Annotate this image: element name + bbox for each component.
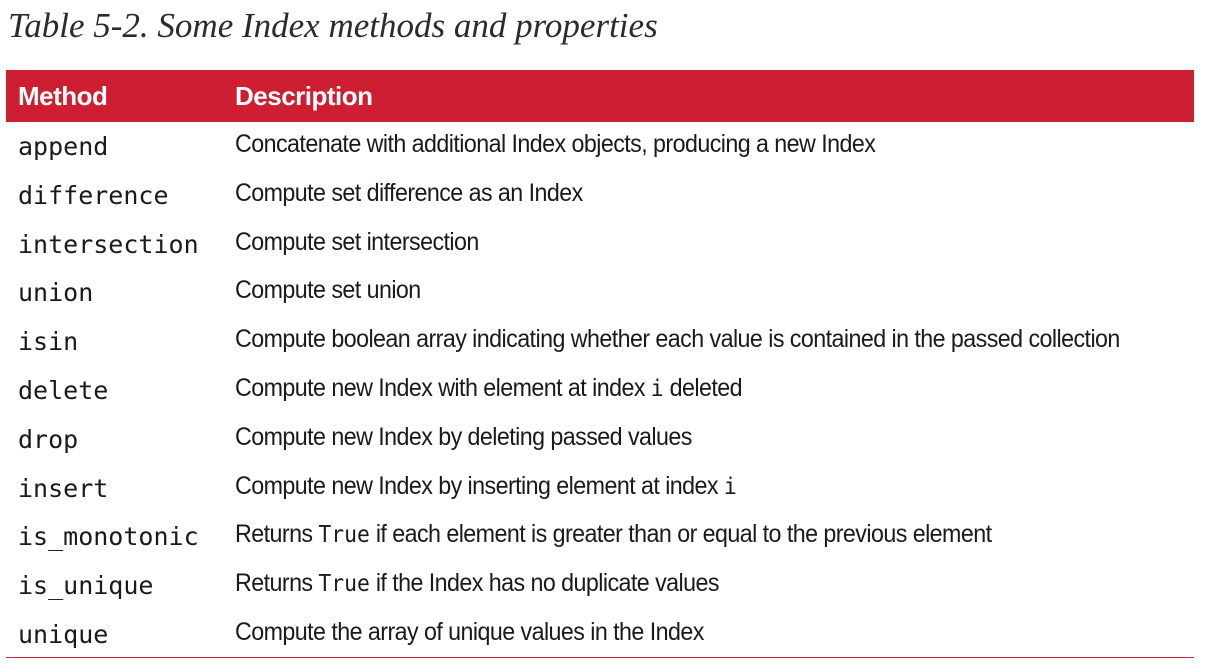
table-row: difference Compute set difference as an I… [6, 171, 1194, 220]
table-row: insert Compute new Index by inserting ele… [6, 464, 1194, 513]
description-cell: Returns True if the Index has no duplica… [235, 569, 720, 598]
method-cell: is_unique [18, 571, 154, 601]
method-cell: is_monotonic [18, 522, 199, 552]
description-text: Compute set difference as an Index [235, 178, 583, 207]
description-text: Compute new Index by deleting passed val… [235, 422, 692, 451]
description-cell: Compute set intersection [235, 228, 479, 257]
table-caption: Table 5-2. Some Index methods and proper… [8, 6, 658, 45]
table-row: is_monotonic Returns True if each element… [6, 512, 1194, 561]
inline-code: i [723, 473, 737, 500]
description-text: if the Index has no duplicate values [369, 569, 720, 598]
description-cell: Compute set union [235, 276, 421, 305]
description-text: deleted [663, 373, 743, 402]
inline-code: i [650, 375, 664, 402]
table-row: isin Compute boolean array indicating whe… [6, 317, 1194, 366]
description-cell: Compute set difference as an Index [235, 179, 583, 208]
description-text: Returns [235, 520, 319, 549]
table-row: union Compute set union [6, 268, 1194, 317]
description-text: Compute the array of unique values in th… [235, 617, 704, 646]
table-row: unique Compute the array of unique values… [6, 610, 1194, 659]
description-text: Concatenate with additional Index object… [235, 130, 876, 158]
index-methods-table: Method Description append Concatenate wit… [6, 70, 1194, 659]
method-cell: unique [18, 619, 109, 649]
description-text: Compute boolean array indicating whether… [235, 325, 1120, 354]
description-text: Compute set intersection [235, 227, 479, 256]
method-cell: append [18, 132, 109, 161]
method-cell: difference [18, 180, 169, 210]
table-row: delete Compute new Index with element at … [6, 366, 1194, 415]
description-cell: Compute new Index by inserting element a… [235, 472, 737, 501]
description-cell: Compute new Index by deleting passed val… [235, 423, 692, 452]
method-cell: intersection [18, 229, 199, 259]
method-cell: drop [18, 424, 79, 454]
description-text: Compute set union [235, 276, 421, 305]
table-row: drop Compute new Index by deleting passed… [6, 415, 1194, 464]
table-row: append Concatenate with additional Index … [6, 122, 1194, 171]
table-bottom-rule [6, 657, 1194, 658]
method-cell: insert [18, 473, 109, 503]
description-cell: Returns True if each element is greater … [235, 520, 992, 549]
header-method: Method [18, 80, 108, 111]
table-header: Method Description [6, 70, 1194, 122]
description-cell: Compute boolean array indicating whether… [235, 325, 1120, 354]
header-description: Description [235, 80, 373, 111]
table-body: append Concatenate with additional Index … [6, 122, 1194, 659]
description-text: Compute new Index by inserting element a… [235, 471, 724, 500]
method-cell: union [18, 278, 94, 308]
description-text: if each element is greater than or equal… [369, 520, 992, 549]
method-cell: delete [18, 375, 109, 405]
description-cell: Concatenate with additional Index object… [235, 130, 876, 159]
description-cell: Compute new Index with element at index … [235, 373, 743, 403]
inline-code: True [318, 522, 370, 549]
description-text: Compute new Index with element at index [235, 373, 651, 402]
inline-code: True [318, 571, 370, 598]
description-text: Returns [235, 569, 319, 598]
description-cell: Compute the array of unique values in th… [235, 618, 704, 647]
table-row: intersection Compute set intersection [6, 220, 1194, 269]
table-row: is_unique Returns True if the Index has n… [6, 561, 1194, 610]
method-cell: isin [18, 327, 79, 357]
